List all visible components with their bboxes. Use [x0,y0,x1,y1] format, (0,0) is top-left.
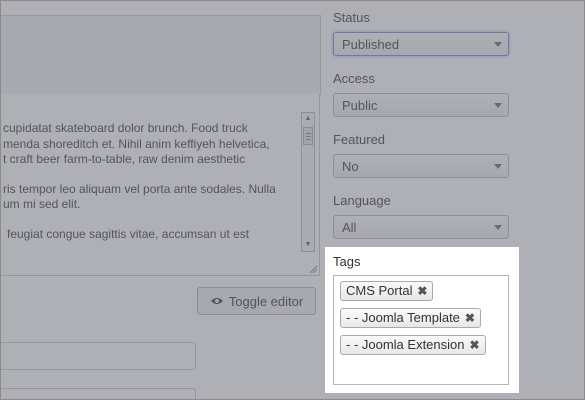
editor-line: t craft beer farm-to-table, raw denim ae… [3,152,246,166]
scroll-thumb[interactable] [303,127,313,145]
editor-content[interactable]: cupidatat skateboard dolor brunch. Food … [3,121,293,256]
grip-line [306,136,311,137]
scroll-down-arrow-icon[interactable]: ▼ [302,239,314,251]
remove-tag-icon[interactable]: ✖ [465,309,475,327]
status-select[interactable]: Published [333,32,509,56]
toggle-editor-label: Toggle editor [228,293,304,309]
tag-chip-label: - - Joomla Extension [346,337,465,352]
tag-chip[interactable]: CMS Portal ✖ [340,281,434,301]
editor-paragraph: feugiat congue sagittis vitae, accumsan … [7,227,293,243]
tag-chip[interactable]: - - Joomla Template ✖ [340,308,481,328]
window-frame: cupidatat skateboard dolor brunch. Food … [0,0,585,400]
featured-label: Featured [333,132,386,147]
text-field[interactable] [1,342,196,370]
tag-chip[interactable]: - - Joomla Extension ✖ [340,335,486,355]
tags-label: Tags [333,254,361,269]
status-label: Status [333,10,370,25]
chevron-down-icon [494,164,502,169]
language-label: Language [333,193,391,208]
language-select[interactable]: All [333,215,509,239]
remove-tag-icon[interactable]: ✖ [469,336,479,354]
editor-paragraph: ris tempor leo aliquam vel porta ante so… [3,182,293,213]
resize-handle-icon[interactable] [308,264,318,274]
scroll-up-arrow-icon[interactable]: ▲ [302,113,314,125]
language-value: All [342,220,357,235]
tag-chip-label: CMS Portal [346,283,413,298]
editor-scrollbar[interactable]: ▲ ▼ [301,112,315,252]
editor-line: menda shoreditch et. Nihil anim keffiyeh… [3,136,270,151]
access-select[interactable]: Public [333,93,509,117]
featured-value: No [342,159,359,174]
tag-chip-label: - - Joomla Template [346,310,460,325]
grip-line [306,139,311,140]
access-value: Public [342,98,378,113]
grip-line [306,133,311,134]
editor-line: um mi sed elit. [3,197,81,211]
editor-line: cupidatat skateboard dolor brunch. Food … [3,121,248,135]
status-value: Published [342,37,400,52]
editor-toolbar-area [1,15,321,95]
text-field[interactable] [1,388,196,399]
chevron-down-icon [494,42,502,47]
tags-input[interactable]: CMS Portal ✖ - - Joomla Template ✖ - - J… [333,275,509,385]
access-label: Access [333,71,375,86]
article-text-editor[interactable]: cupidatat skateboard dolor brunch. Food … [1,94,320,276]
editor-paragraph: cupidatat skateboard dolor brunch. Food … [3,121,293,168]
eye-icon [210,298,223,304]
chevron-down-icon [494,103,502,108]
dim-overlay [519,247,584,399]
editor-line: feugiat congue sagittis vitae, accumsan … [7,226,250,241]
featured-select[interactable]: No [333,154,509,178]
chevron-down-icon [494,225,502,230]
editor-line: ris tempor leo aliquam vel porta ante so… [3,181,276,196]
dim-overlay [325,393,519,399]
toggle-editor-button[interactable]: Toggle editor [197,287,316,315]
remove-tag-icon[interactable]: ✖ [417,282,427,300]
